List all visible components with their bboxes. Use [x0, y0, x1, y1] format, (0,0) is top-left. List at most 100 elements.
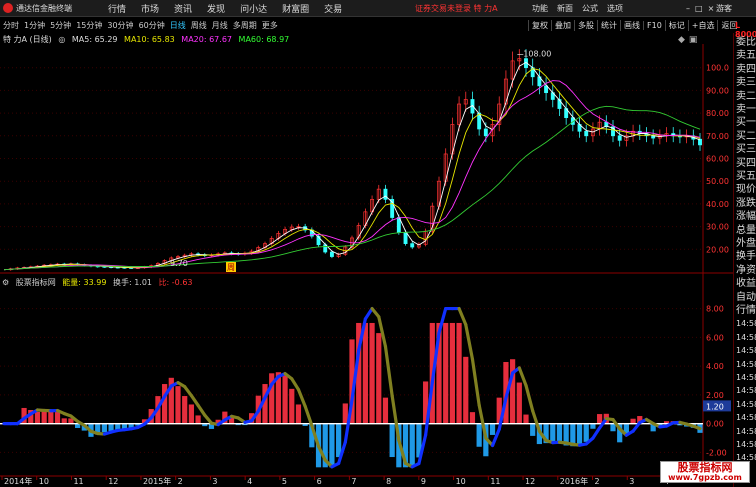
high-price-label: 108.00 [523, 50, 551, 59]
indicator-bar [295, 404, 302, 425]
side-item[interactable]: 涨幅 [736, 210, 756, 223]
indicator-bar [389, 423, 395, 458]
indicator-trend-segment [383, 344, 394, 398]
kline-chart[interactable]: 100.090.0080.0070.0060.0050.0040.0030.00… [0, 0, 733, 487]
time-tick-label: 7 [351, 477, 356, 486]
time-tick-label: 10 [39, 477, 49, 486]
indicator-bar [329, 423, 335, 468]
site-watermark: 股票指标网 www.7gpzb.com [660, 461, 750, 483]
side-item[interactable]: 涨跌 [736, 197, 756, 210]
side-item[interactable]: 买一 [736, 116, 756, 129]
indicator-bar [409, 423, 415, 468]
indicator-settings-icon[interactable]: ⚙ [2, 278, 9, 287]
indicator-bar [382, 397, 389, 425]
time-tick-label: 12 [108, 477, 118, 486]
indicator-trend-segment [183, 385, 193, 398]
candle-body [617, 135, 622, 141]
indicator-bar [456, 322, 462, 425]
side-item[interactable]: 卖五 [736, 49, 756, 62]
time-tick-label: 6 [317, 477, 322, 486]
indicator-trend-segment [464, 323, 475, 361]
side-item[interactable]: 委比 [736, 36, 756, 49]
indicator-tick-label: 8.00 [706, 305, 724, 314]
indicator-bar [48, 411, 54, 425]
side-item[interactable]: 14:58 [736, 331, 756, 344]
indicator-trend-segment [363, 306, 374, 321]
side-item[interactable]: 外盘 [736, 237, 756, 250]
side-item[interactable]: 总量 [736, 224, 756, 237]
time-tick-label: 9 [421, 477, 426, 486]
indicator-bar [510, 359, 516, 425]
side-item[interactable]: 净资 [736, 264, 756, 277]
side-item[interactable]: 行情 [736, 304, 756, 317]
time-tick-label: 12 [525, 477, 535, 486]
indicator-tick-label: -2.00 [706, 448, 727, 457]
price-tick-label: 40.00 [706, 200, 729, 209]
indicator-bar [362, 322, 368, 425]
time-tick-label: 5 [282, 477, 287, 486]
side-item[interactable]: 14:58 [736, 344, 756, 357]
indicator-trend-segment [303, 404, 314, 428]
indicator-name[interactable]: 股票指标网 [16, 278, 56, 287]
side-item[interactable]: 14:58 [736, 425, 756, 438]
side-item[interactable]: 卖四 [736, 63, 756, 76]
side-item[interactable]: 14:58 [736, 384, 756, 397]
side-item[interactable]: 14:58 [736, 411, 756, 424]
time-tick-label: 3 [629, 477, 634, 486]
low-marker-label: 周 [227, 263, 235, 272]
candle-body [383, 188, 388, 200]
side-item[interactable]: 卖一 [736, 103, 756, 116]
indicator-trend-segment [290, 377, 301, 392]
price-tick-label: 60.00 [706, 155, 729, 164]
time-tick-label: 2015年 [143, 476, 171, 486]
side-item[interactable]: 14:58 [736, 438, 756, 451]
indicator-trend-segment [470, 357, 481, 407]
indicator-tick-label: 2.00 [706, 391, 724, 400]
side-item[interactable]: 14:58 [736, 371, 756, 384]
side-item[interactable]: 买三 [736, 143, 756, 156]
time-axis: 2014年1011122015年234567891011122016年234 [1, 476, 669, 486]
indicator-bar [556, 423, 563, 443]
side-item[interactable]: 卖三 [736, 76, 756, 89]
indicator-vol: 能量: 33.99 [62, 278, 107, 287]
indicator-bar [516, 382, 522, 425]
candle-body [410, 243, 415, 248]
side-item[interactable]: 收益 [736, 277, 756, 290]
indicator-bar [449, 322, 455, 425]
indicator-turnover: 换手: 1.01 [112, 278, 153, 287]
price-tick-label: 30.00 [706, 223, 729, 232]
side-item[interactable]: 换手 [736, 250, 756, 263]
indicator-bar [550, 423, 556, 443]
indicator-bar [175, 386, 181, 425]
indicator-bar [54, 411, 61, 425]
indicator-bar [188, 404, 194, 425]
side-item[interactable]: 买五 [736, 170, 756, 183]
indicator-bar [597, 414, 603, 425]
indicator-bar [530, 423, 536, 436]
indicator-bar [590, 423, 596, 429]
low-price-label: 9.70 [170, 259, 188, 268]
side-item[interactable]: 自动 [736, 291, 756, 304]
time-tick-label: 2 [178, 477, 183, 486]
watermark-logo-text: 股票指标网 [677, 461, 733, 474]
side-item[interactable]: 买二 [736, 130, 756, 143]
side-item[interactable]: 卖二 [736, 90, 756, 103]
candle-body [329, 251, 334, 257]
indicator-bar [108, 423, 114, 432]
price-tick-label: 90.00 [706, 86, 729, 95]
side-item[interactable]: 14:58 [736, 358, 756, 371]
app-window: 通达信金融终端 行情 市场 资讯 发现 问小达 财富圈 交易 证券交易未登录 特… [0, 0, 756, 487]
indicator-bar [610, 423, 616, 432]
side-item[interactable]: 现价 [736, 183, 756, 196]
indicator-bar [443, 322, 449, 425]
side-item[interactable]: 买四 [736, 157, 756, 170]
indicator-bar [469, 412, 476, 425]
side-item[interactable]: 14:58 [736, 317, 756, 330]
indicator-bar [336, 423, 342, 458]
indicator-tick-label: 0.00 [706, 420, 724, 429]
indicator-bar [34, 411, 41, 425]
indicator-bar [289, 388, 295, 425]
side-item[interactable]: 14:58 [736, 398, 756, 411]
candle-body [698, 138, 702, 146]
price-annotations: 108.00 9.70 周 [170, 50, 551, 272]
